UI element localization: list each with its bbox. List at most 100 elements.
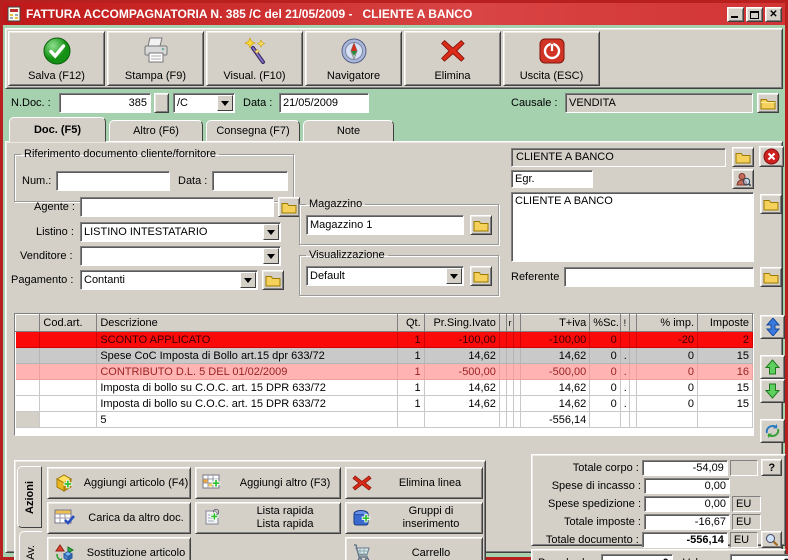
tab-consegna[interactable]: Consegna (F7) — [206, 120, 300, 142]
aggiungi-altro-button[interactable]: Aggiungi altro (F3) — [195, 467, 341, 499]
add-article-icon — [55, 474, 73, 492]
tab-av[interactable]: Av. — [19, 531, 42, 560]
folder-icon — [763, 272, 779, 283]
causale-input[interactable] — [565, 93, 753, 113]
totale-documento-input[interactable] — [641, 531, 728, 548]
visualizzazione-folder-button[interactable] — [470, 266, 492, 286]
referente-input[interactable] — [564, 267, 754, 287]
table-row[interactable]: Imposta di bollo su C.O.C. art. 15 DPR 6… — [15, 379, 753, 396]
table-row[interactable]: Spese CoC Imposta di Bollo art.15 dpr 63… — [15, 347, 753, 364]
col-imposte[interactable]: Imposte — [697, 314, 753, 332]
person-search-icon — [736, 172, 751, 186]
grid-refresh-button[interactable] — [760, 419, 785, 443]
cliente-search-button[interactable] — [732, 169, 754, 189]
venditore-dropdown-icon[interactable] — [263, 248, 279, 264]
agente-folder-button[interactable] — [278, 197, 300, 217]
cliente-folder-button[interactable] — [732, 147, 754, 167]
client-area: Salva (F12) Stampa (F9) Visual. (F10) Na… — [3, 25, 788, 560]
rif-num-input[interactable] — [56, 171, 170, 191]
folder-icon — [735, 152, 751, 163]
volume-input[interactable] — [729, 554, 788, 560]
cliente-indirizzo-folder-button[interactable] — [760, 194, 782, 214]
col-qt[interactable]: Qt. — [397, 314, 425, 332]
col-sc[interactable]: %Sc. — [589, 314, 621, 332]
col-imp[interactable]: % imp. — [636, 314, 699, 332]
serie-dropdown-icon[interactable] — [217, 95, 233, 111]
cliente-titolo-input[interactable] — [511, 170, 593, 188]
rif-data-input[interactable] — [212, 171, 288, 191]
table-row[interactable]: Imposta di bollo su C.O.C. art. 15 DPR 6… — [15, 395, 753, 412]
ndoc-spin-button[interactable] — [154, 93, 169, 113]
spese-incasso-input[interactable] — [644, 477, 730, 494]
save-button[interactable]: Salva (F12) — [8, 31, 105, 86]
maximize-button[interactable] — [746, 6, 763, 22]
col-tiva[interactable]: T+iva — [520, 314, 591, 332]
pagamento-folder-button[interactable] — [262, 270, 284, 290]
listino-label: Listino : — [36, 226, 74, 238]
causale-folder-button[interactable] — [757, 93, 779, 113]
totale-corpo-input[interactable] — [641, 459, 728, 476]
spedizione-valuta: EU — [732, 495, 761, 512]
tab-doc[interactable]: Doc. (F5) — [9, 117, 106, 142]
grid-move-up-button[interactable] — [760, 355, 785, 379]
rif-num-label: Num.: — [22, 175, 52, 187]
ndoc-input[interactable] — [59, 93, 151, 113]
col-descrizione[interactable]: Descrizione — [96, 314, 399, 332]
red-x-icon — [438, 34, 468, 68]
articoli-grid: Cod.art. Descrizione Qt. Pr.Sing.Ivato r… — [14, 313, 754, 436]
referente-folder-button[interactable] — [760, 267, 782, 287]
table-row[interactable]: CONTRIBUTO D.L. 5 DEL 01/02/2009 1 -500,… — [15, 363, 753, 380]
sostituzione-articolo-button[interactable]: Sostituzione articolo — [47, 537, 191, 560]
zoom-total-button[interactable] — [761, 531, 783, 548]
cliente-remove-button[interactable] — [759, 146, 784, 167]
grid-move-down-button[interactable] — [760, 379, 785, 403]
navigator-button[interactable]: Navigatore — [305, 31, 402, 86]
venditore-select[interactable] — [80, 246, 281, 266]
tab-azioni[interactable]: Azioni — [17, 466, 42, 528]
grid-scroll-updown-button[interactable] — [760, 315, 785, 339]
print-label: Stampa (F9) — [124, 70, 187, 82]
close-icon: ✕ — [769, 8, 778, 20]
causale-label: Causale : — [511, 97, 558, 109]
quick-list-icon — [205, 508, 220, 525]
visualizzazione-select[interactable]: Default — [306, 266, 464, 286]
totale-imposte-input[interactable] — [644, 513, 730, 530]
documento-valuta: EU — [729, 531, 759, 548]
delete-button[interactable]: Elimina — [404, 31, 501, 86]
minimize-button[interactable] — [727, 6, 744, 22]
tab-note[interactable]: Note — [303, 120, 394, 142]
close-button[interactable]: ✕ — [765, 6, 782, 22]
help-button[interactable]: ? — [761, 459, 783, 476]
data-input[interactable] — [279, 93, 369, 113]
col-prsingivato[interactable]: Pr.Sing.Ivato — [423, 314, 500, 332]
pagamento-select[interactable]: Contanti — [80, 270, 258, 290]
lista-rapida-button[interactable]: Lista rapida Lista rapida — [195, 502, 341, 534]
pagamento-dropdown-icon[interactable] — [240, 272, 256, 288]
table-row[interactable]: SCONTO APPLICATO 1 -100,00 -100,00 0 -20… — [15, 331, 753, 348]
tab-altro[interactable]: Altro (F6) — [109, 120, 203, 142]
listino-dropdown-icon[interactable] — [263, 224, 279, 240]
exit-button[interactable]: Uscita (ESC) — [503, 31, 600, 86]
carica-altro-doc-button[interactable]: Carica da altro doc. — [47, 502, 191, 534]
preview-button[interactable]: Visual. (F10) — [206, 31, 303, 86]
serie-select[interactable]: /C — [173, 93, 235, 113]
print-button[interactable]: Stampa (F9) — [107, 31, 204, 86]
col-codart[interactable]: Cod.art. — [39, 314, 98, 332]
magazzino-folder-button[interactable] — [470, 215, 492, 235]
listino-select[interactable]: LISTINO INTESTATARIO — [80, 222, 281, 242]
elimina-linea-button[interactable]: Elimina linea — [345, 467, 483, 499]
gruppi-inserimento-button[interactable]: Gruppi di inserimento — [345, 502, 483, 534]
carrello-button[interactable]: Carrello — [345, 537, 483, 560]
agente-input[interactable] — [80, 197, 274, 217]
cliente-indirizzo-textarea[interactable]: CLIENTE A BANCO — [511, 192, 754, 262]
replace-article-icon — [55, 544, 74, 560]
magazzino-input[interactable] — [306, 215, 464, 235]
table-row-total[interactable]: 5 -556,14 — [15, 411, 753, 428]
visualizzazione-dropdown-icon[interactable] — [446, 268, 462, 284]
preview-label: Visual. (F10) — [223, 70, 286, 82]
cliente-header-field[interactable]: CLIENTE A BANCO — [511, 148, 726, 167]
aggiungi-articolo-button[interactable]: Aggiungi articolo (F4) — [47, 467, 191, 499]
spese-spedizione-input[interactable] — [644, 495, 730, 512]
totale-corpo-label: Totale corpo : — [572, 461, 639, 474]
peso-lordo-input[interactable] — [600, 554, 673, 560]
